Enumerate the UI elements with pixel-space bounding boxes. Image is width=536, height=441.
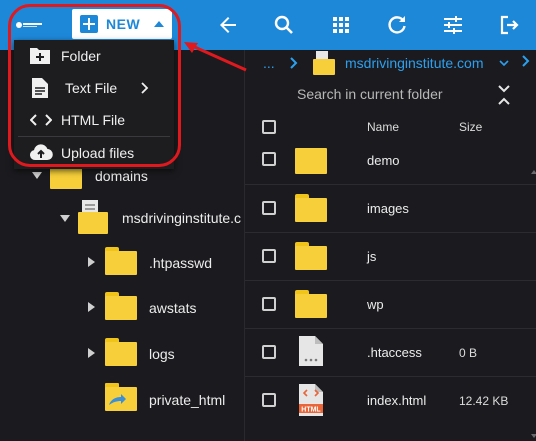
row-divider	[245, 376, 536, 377]
plus-icon	[80, 15, 98, 33]
breadcrumb: ... msdrivinginstitute.com	[245, 50, 536, 76]
web-folder-icon	[78, 200, 110, 234]
back-arrow-icon[interactable]	[216, 13, 240, 37]
chevron-down-icon[interactable]	[499, 58, 509, 68]
cloud-upload-icon	[29, 144, 53, 161]
tree-item-label: .htpasswd	[149, 255, 213, 271]
row-checkbox[interactable]	[262, 297, 276, 311]
file-name: index.html	[367, 393, 427, 408]
search-input[interactable]: Search in current folder	[297, 86, 443, 102]
tree-item-label: private_html	[149, 392, 226, 408]
new-folder-icon	[30, 48, 50, 64]
file-name: .htaccess	[367, 345, 422, 360]
menu-item-text-file[interactable]: Text File	[14, 73, 174, 103]
chevron-right-icon	[522, 55, 530, 67]
tree-item-label: domains	[95, 168, 148, 184]
grid-view-icon[interactable]	[329, 13, 353, 37]
file-list-panel: ... msdrivinginstitute.com Search in cur…	[244, 50, 536, 441]
tree-item-htpasswd[interactable]: .htpasswd	[88, 242, 242, 282]
chevron-right-icon	[141, 82, 149, 94]
file-name: images	[367, 201, 409, 216]
row-divider	[245, 184, 536, 185]
expand-caret-icon	[88, 257, 95, 267]
tree-item-label: logs	[149, 346, 175, 362]
menu-item-label: Text File	[65, 80, 118, 96]
menu-item-label: HTML File	[61, 112, 126, 128]
folder-icon	[105, 247, 137, 275]
column-header-name[interactable]: Name	[367, 120, 399, 134]
menu-item-html-file[interactable]: HTML File	[14, 105, 174, 135]
app-logo	[14, 15, 44, 35]
settings-sliders-icon[interactable]	[441, 13, 465, 37]
file-size: 0 B	[459, 346, 478, 360]
row-checkbox[interactable]	[262, 249, 276, 263]
web-folder-icon	[313, 51, 337, 75]
tree-item-awstats[interactable]: awstats	[88, 287, 242, 327]
text-file-icon	[32, 78, 48, 98]
folder-icon	[295, 194, 327, 222]
shared-folder-icon	[105, 383, 137, 413]
caret-up-icon	[154, 21, 165, 27]
row-divider	[245, 232, 536, 233]
column-header-size[interactable]: Size	[459, 120, 482, 134]
collapse-icon[interactable]	[497, 84, 511, 106]
expand-caret-icon	[88, 348, 95, 358]
new-dropdown-menu: Folder Text File HTML File Upload files	[14, 40, 174, 169]
breadcrumb-current[interactable]: msdrivinginstitute.com	[345, 55, 484, 71]
select-all-checkbox[interactable]	[262, 120, 276, 134]
file-name: demo	[367, 153, 400, 168]
menu-divider	[18, 136, 170, 137]
svg-text:HTML: HTML	[301, 407, 321, 414]
file-size: 12.42 KB	[459, 394, 509, 408]
tree-item-private-html[interactable]: private_html	[88, 379, 242, 419]
chevron-right-icon	[290, 57, 298, 69]
folder-icon	[105, 292, 137, 320]
row-divider	[245, 280, 536, 281]
folder-icon	[295, 242, 327, 270]
row-checkbox[interactable]	[262, 345, 276, 359]
expand-caret-icon	[60, 214, 70, 222]
tree-item-label: msdrivinginstitute.c	[122, 210, 242, 226]
folder-icon	[295, 148, 327, 174]
row-checkbox[interactable]	[262, 393, 276, 407]
folder-icon	[105, 338, 137, 366]
expand-caret-icon	[88, 302, 95, 312]
expand-caret-icon	[32, 171, 42, 179]
tree-item-logs[interactable]: logs	[88, 333, 242, 373]
new-button-label: NEW	[106, 16, 141, 32]
tree-item-label: awstats	[149, 300, 197, 316]
refresh-icon[interactable]	[385, 13, 409, 37]
generic-file-icon	[299, 336, 323, 366]
code-icon	[30, 114, 52, 126]
folder-icon	[295, 290, 327, 318]
scrollbar[interactable]	[531, 168, 536, 440]
row-divider	[245, 328, 536, 329]
logout-icon[interactable]	[497, 13, 521, 37]
menu-item-label: Upload files	[61, 145, 135, 161]
html-file-icon: HTML	[299, 384, 323, 416]
row-checkbox[interactable]	[262, 201, 276, 215]
file-name: wp	[367, 297, 384, 312]
breadcrumb-ellipsis[interactable]: ...	[263, 55, 275, 71]
menu-item-label: Folder	[61, 48, 101, 64]
menu-item-folder[interactable]: Folder	[14, 41, 174, 71]
tree-item-site[interactable]: msdrivinginstitute.c	[60, 198, 242, 238]
new-button[interactable]: NEW	[72, 9, 172, 39]
file-name: js	[367, 249, 377, 264]
menu-item-upload-files[interactable]: Upload files	[14, 138, 174, 168]
search-icon[interactable]	[272, 13, 296, 37]
row-checkbox[interactable]	[262, 152, 276, 166]
